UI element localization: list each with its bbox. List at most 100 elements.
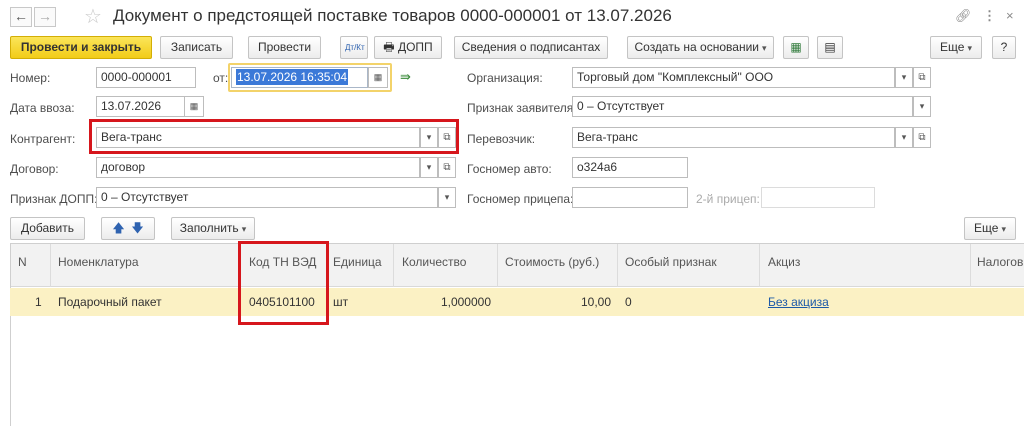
column-separator [617, 244, 618, 287]
row-number: 1 [35, 295, 42, 309]
create-based-on-label: Создать на основании [634, 40, 759, 54]
arrow-left-icon: ← [14, 8, 28, 24]
open-icon: ⧉ [443, 162, 451, 173]
more-vertical-icon[interactable]: ⋮ [983, 8, 996, 24]
add-row-button[interactable]: Добавить [10, 217, 85, 240]
trailer-label: Госномер прицепа: [467, 192, 574, 206]
report-button[interactable]: ▤ [817, 36, 843, 59]
organization-dropdown-button[interactable]: ▾ [895, 67, 913, 88]
create-based-on-button[interactable]: Создать на основании ▾ [627, 36, 774, 59]
document-icon: ▤ [824, 40, 836, 54]
row-qty[interactable]: 1,000000 [400, 295, 491, 309]
chevron-down-icon: ▾ [1001, 224, 1006, 234]
forward-button[interactable]: → [34, 7, 56, 27]
carrier-dropdown-button[interactable]: ▾ [895, 127, 913, 148]
number-field[interactable]: 0000-000001 [96, 67, 196, 88]
counterparty-label: Контрагент: [10, 132, 76, 146]
date-from-label: от: [213, 71, 229, 85]
fill-button[interactable]: Заполнить ▾ [171, 217, 255, 240]
trailer2-field[interactable] [761, 187, 875, 208]
trailer-field[interactable] [572, 187, 688, 208]
calendar-icon: ▦ [189, 101, 199, 111]
save-button[interactable]: Записать [160, 36, 233, 59]
contract-dropdown-button[interactable]: ▾ [420, 157, 438, 178]
row-cost[interactable]: 10,00 [505, 295, 611, 309]
table-left-border [10, 243, 11, 426]
column-header-qty[interactable]: Количество [402, 255, 466, 269]
dt-kt-icon: Дт/Кт [345, 43, 365, 52]
calendar-icon: ▦ [373, 72, 383, 82]
applicant-dropdown-button[interactable]: ▾ [913, 96, 931, 117]
contract-field[interactable]: договор [96, 157, 420, 178]
organization-label: Организация: [467, 71, 543, 85]
column-header-item[interactable]: Номенклатура [58, 255, 139, 269]
column-header-excise[interactable]: Акциз [768, 255, 800, 269]
chevron-down-icon: ▾ [901, 132, 907, 142]
highlight-frame-counterparty [89, 119, 459, 154]
document-date-field[interactable]: 13.07.2026 16:35:04 [231, 67, 368, 88]
car-number-field[interactable]: о324а6 [572, 157, 688, 178]
row-unit[interactable]: шт [333, 295, 348, 309]
car-number-label: Госномер авто: [467, 162, 552, 176]
fill-label: Заполнить [179, 221, 239, 235]
contract-open-button[interactable]: ⧉ [438, 157, 456, 178]
import-date-calendar-button[interactable]: ▦ [184, 96, 204, 117]
column-header-special[interactable]: Особый признак [625, 255, 717, 269]
arrow-right-icon: → [38, 8, 52, 24]
post-button[interactable]: Провести [248, 36, 321, 59]
applicant-label: Признак заявителя: [467, 101, 577, 115]
trailer2-label: 2-й прицеп: [696, 192, 760, 206]
dopp-sign-field[interactable]: 0 – Отсутствует [96, 187, 438, 208]
calendar-button[interactable]: ▦ [368, 67, 388, 88]
import-date-field[interactable]: 13.07.2026 [96, 96, 185, 117]
column-header-unit[interactable]: Единица [333, 255, 382, 269]
chevron-down-icon: ▾ [967, 43, 972, 53]
number-label: Номер: [10, 71, 51, 85]
organization-open-button[interactable]: ⧉ [913, 67, 931, 88]
page-title: Документ о предстоящей поставке товаров … [113, 6, 672, 25]
chevron-down-icon: ▾ [761, 43, 767, 53]
row-excise-link[interactable]: Без акциза [768, 295, 829, 309]
carrier-field[interactable]: Вега-транс [572, 127, 895, 148]
link-icon[interactable]: 🔗︎ [955, 8, 972, 24]
contract-label: Договор: [10, 162, 59, 176]
row-special[interactable]: 0 [625, 295, 632, 309]
column-separator [497, 244, 498, 287]
dopp-sign-dropdown-button[interactable]: ▾ [438, 187, 456, 208]
history-icon[interactable]: ⇛ [400, 69, 411, 85]
post-and-close-button[interactable]: Провести и закрыть [10, 36, 152, 59]
move-buttons: 🡅 🡇 [101, 217, 155, 240]
column-separator [393, 244, 394, 287]
table-more-button[interactable]: Еще ▾ [964, 217, 1016, 240]
organization-field[interactable]: Торговый дом "Комплексный" ООО [572, 67, 895, 88]
signers-button[interactable]: Сведения о подписантах [454, 36, 608, 59]
column-separator [970, 244, 971, 287]
chevron-down-icon: ▾ [444, 192, 450, 202]
open-icon: ⧉ [918, 132, 926, 143]
help-button[interactable]: ? [992, 36, 1016, 59]
chevron-down-icon: ▾ [426, 162, 432, 172]
favorite-star-icon[interactable]: ☆ [84, 4, 102, 29]
import-date-label: Дата ввоза: [10, 101, 75, 115]
column-header-tax[interactable]: Налогов [977, 255, 1023, 269]
column-header-n[interactable]: N [18, 255, 27, 269]
dopp-label: ДОПП [397, 40, 433, 54]
arrow-down-icon[interactable]: 🡇 [131, 221, 143, 235]
applicant-field[interactable]: 0 – Отсутствует [572, 96, 913, 117]
chevron-down-icon: ▾ [901, 72, 907, 82]
close-icon[interactable]: × [1006, 8, 1014, 23]
open-icon: ⧉ [918, 72, 926, 83]
dt-kt-button[interactable]: Дт/Кт [340, 36, 368, 59]
dopp-print-button[interactable]: 🖶 ДОПП [374, 36, 442, 59]
printer-icon: 🖶 [383, 40, 395, 54]
row-item[interactable]: Подарочный пакет [58, 295, 162, 309]
chevron-down-icon: ▾ [919, 101, 925, 111]
column-header-cost[interactable]: Стоимость (руб.) [505, 255, 599, 269]
more-button[interactable]: Еще ▾ [930, 36, 982, 59]
back-button[interactable]: ← [10, 7, 32, 27]
dopp-sign-label: Признак ДОПП: [10, 192, 98, 206]
arrow-up-icon[interactable]: 🡅 [112, 221, 124, 235]
carrier-open-button[interactable]: ⧉ [913, 127, 931, 148]
structure-button[interactable]: ▦ [783, 36, 809, 59]
highlight-frame-code [238, 241, 329, 325]
